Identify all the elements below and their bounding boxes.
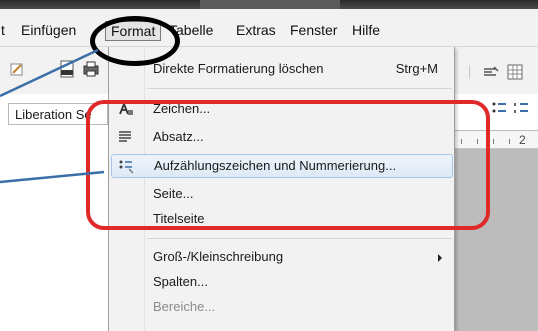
annotation-arrow-bullets: [0, 170, 105, 184]
annotation-arrows: [0, 48, 105, 184]
annotation-arrow-format: [0, 48, 99, 98]
